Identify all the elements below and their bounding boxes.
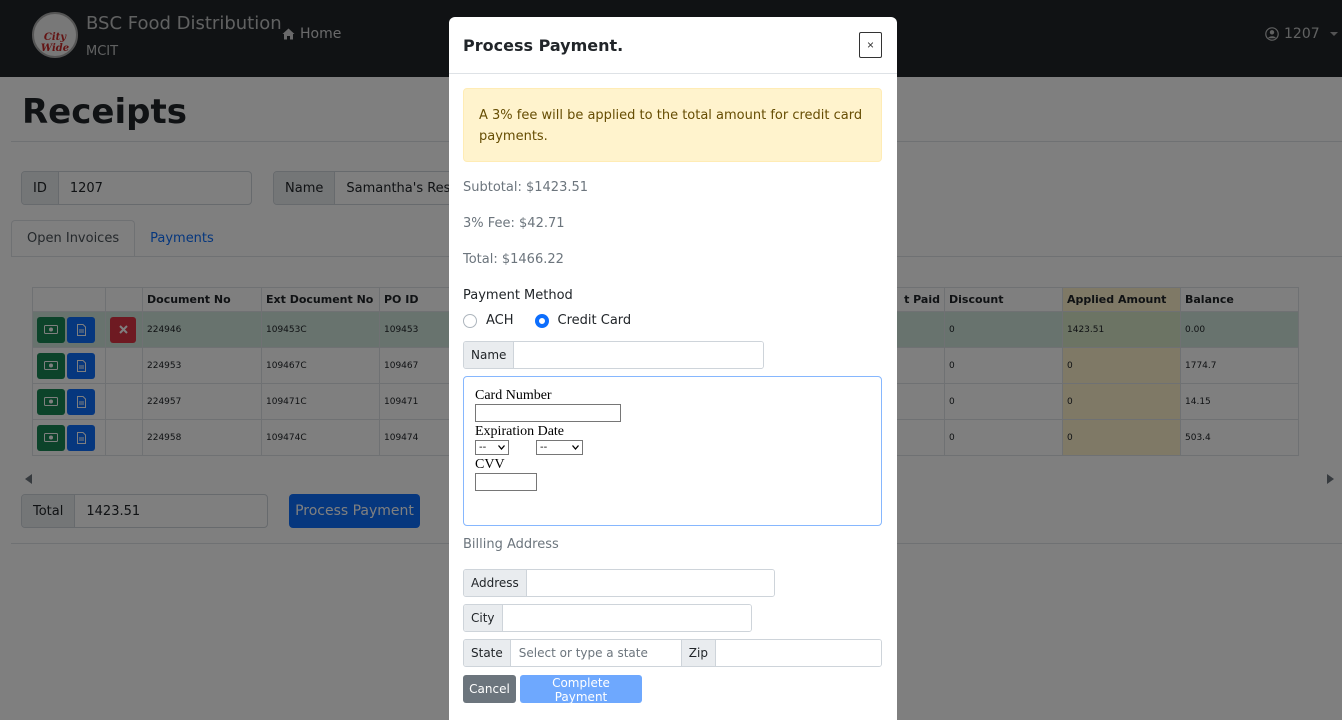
cardholder-name-group: Name	[463, 341, 764, 369]
cvv-input[interactable]	[475, 473, 537, 491]
zip-label: Zip	[681, 640, 716, 666]
fee-alert: A 3% fee will be applied to the total am…	[463, 88, 882, 162]
expiration-year-value: --	[540, 442, 548, 453]
expiration-year-select[interactable]: --	[536, 440, 583, 455]
card-number-label: Card Number	[475, 388, 552, 403]
payment-method-label: Payment Method	[463, 288, 573, 303]
city-label: City	[464, 605, 503, 631]
credit-card-label[interactable]: Credit Card	[558, 313, 632, 328]
cardholder-name-input[interactable]	[514, 342, 763, 368]
payment-method-options: ACH Credit Card	[463, 313, 631, 328]
chevron-down-icon	[572, 445, 579, 450]
cvv-label: CVV	[475, 457, 505, 472]
cancel-button[interactable]: Cancel	[463, 675, 516, 703]
city-input[interactable]	[502, 605, 751, 631]
close-button[interactable]: ×	[859, 32, 882, 58]
fee-text: 3% Fee: $42.71	[463, 216, 565, 231]
address-input[interactable]	[526, 570, 774, 596]
complete-payment-button[interactable]: Complete Payment	[520, 675, 642, 704]
card-number-input[interactable]	[475, 404, 621, 422]
modal-title: Process Payment.	[463, 36, 624, 55]
billing-address-label: Billing Address	[463, 537, 559, 552]
total-text: Total: $1466.22	[463, 252, 564, 267]
credit-card-radio[interactable]	[534, 313, 549, 328]
card-details-frame: Card Number Expiration Date -- -- CVV	[463, 376, 882, 526]
modal-header: Process Payment. ×	[449, 17, 897, 74]
address-group: Address	[463, 569, 775, 597]
cardholder-name-label: Name	[464, 342, 515, 368]
state-label: State	[464, 640, 511, 666]
zip-input[interactable]	[715, 640, 881, 666]
expiration-date-label: Expiration Date	[475, 424, 565, 439]
state-input[interactable]	[510, 640, 682, 666]
expiration-month-value: --	[479, 442, 487, 453]
state-zip-group: State Zip	[463, 639, 882, 667]
expiration-month-select[interactable]: --	[475, 440, 509, 455]
address-label: Address	[464, 570, 527, 596]
ach-radio[interactable]	[463, 313, 477, 328]
expiration-selects: -- --	[475, 440, 870, 455]
ach-label[interactable]: ACH	[486, 313, 514, 328]
process-payment-modal: Process Payment. × A 3% fee will be appl…	[449, 17, 897, 727]
subtotal-text: Subtotal: $1423.51	[463, 180, 589, 195]
city-group: City	[463, 604, 752, 632]
chevron-down-icon	[498, 445, 505, 450]
